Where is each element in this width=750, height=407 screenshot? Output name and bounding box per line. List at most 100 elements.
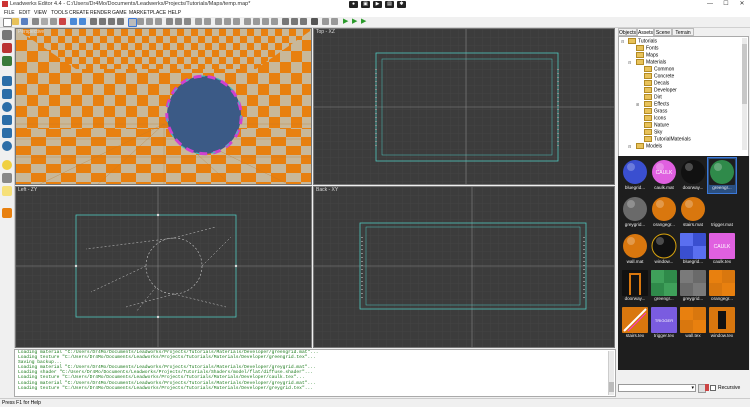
collapse-icon[interactable]: ⊟ [628, 59, 631, 66]
tree-item-tutorials[interactable]: ⊟ Tutorials [621, 38, 657, 45]
console-output[interactable]: Loading material "C:/Users/Dr4Mo/Documen… [14, 349, 616, 397]
code-editor-icon[interactable] [282, 18, 289, 25]
asset-thumbnail[interactable]: CAULK caulk.mat [650, 158, 678, 193]
box-primitive-icon[interactable] [2, 76, 12, 86]
asset-thumbnail[interactable]: greengr... [650, 269, 678, 304]
terrain-tool-icon[interactable] [2, 56, 12, 66]
maximize-button[interactable]: ☐ [718, 0, 734, 9]
pyramid-icon[interactable] [2, 128, 12, 138]
tree-item-tutorialmaterials[interactable]: TutorialMaterials [644, 136, 691, 143]
sphere-icon[interactable] [2, 141, 12, 151]
menu-edit[interactable]: EDIT [19, 10, 30, 16]
terminal-icon[interactable] [322, 18, 329, 25]
record-icon[interactable]: ● [349, 1, 358, 8]
asset-thumbnail[interactable]: greengr... [707, 157, 737, 194]
tab-terrain[interactable]: Terrain [672, 28, 694, 36]
box-brush-icon[interactable] [2, 43, 12, 53]
new-file-icon[interactable] [3, 18, 12, 27]
video-icon[interactable]: ▶ [373, 1, 382, 8]
minimize-button[interactable]: — [702, 0, 718, 9]
decal-icon[interactable] [2, 208, 12, 218]
menu-create[interactable]: CREATE [69, 10, 89, 16]
camera-icon[interactable]: ▣ [361, 1, 370, 8]
asset-thumbnail[interactable]: wall.mat [621, 232, 649, 267]
group-icon[interactable] [155, 18, 162, 25]
folder-icon[interactable]: ▤ [385, 1, 394, 8]
perspective-viewport[interactable]: Perspective [15, 28, 312, 185]
tree-item-models[interactable]: ⊟ Models [628, 143, 662, 150]
menu-file[interactable]: FILE [4, 10, 15, 16]
collapse-icon[interactable] [195, 18, 202, 25]
tree-item-developer[interactable]: Developer [644, 87, 677, 94]
menu-render[interactable]: RENDER [90, 10, 111, 16]
tree-item-concrete[interactable]: Concrete [644, 73, 674, 80]
scale-icon[interactable] [117, 18, 124, 25]
cut-icon[interactable] [32, 18, 39, 25]
tree-item-nature[interactable]: Nature [644, 122, 669, 129]
tree-item-sky[interactable]: Sky [644, 129, 662, 136]
tab-objects[interactable]: Objects [618, 28, 637, 36]
asset-thumbnail[interactable]: stairs.tex [621, 306, 649, 341]
tree-item-materials[interactable]: ⊟ Materials [628, 59, 666, 66]
asset-thumbnail[interactable]: wall.tex [679, 306, 707, 341]
zoom-out-icon[interactable] [224, 18, 231, 25]
tab-scene[interactable]: Scene [654, 28, 672, 36]
menu-game[interactable]: GAME [112, 10, 127, 16]
tree-item-dirt[interactable]: Dirt [644, 94, 662, 101]
menu-help[interactable]: HELP [168, 10, 181, 16]
tree-item-decals[interactable]: Decals [644, 80, 669, 87]
back-viewport[interactable]: Back - XY [313, 186, 615, 348]
script-icon[interactable] [291, 18, 298, 25]
cylinder-icon[interactable] [2, 102, 12, 112]
run-icon[interactable]: ▶ [343, 18, 350, 25]
csg-hollow-icon[interactable] [184, 18, 191, 25]
tab-assets[interactable]: Assets [637, 28, 654, 36]
search-filter-select[interactable]: ▾ [618, 384, 696, 392]
tree-scrollbar[interactable] [742, 38, 747, 150]
build-icon[interactable] [331, 18, 338, 25]
tree-scroll-thumb[interactable] [742, 44, 747, 104]
settings-icon[interactable]: ✱ [397, 1, 406, 8]
asset-thumbnail[interactable]: CAULK caulk.tex [708, 232, 736, 267]
zoom-fit-icon[interactable] [233, 18, 240, 25]
spot-light-icon[interactable] [2, 173, 12, 183]
asset-thumbnail[interactable]: bluegrid... [679, 232, 707, 267]
directional-light-icon[interactable] [2, 186, 12, 196]
paste-icon[interactable] [50, 18, 57, 25]
point-light-icon[interactable] [2, 160, 12, 170]
asset-thumbnail[interactable]: bluegrid... [621, 158, 649, 193]
cone-icon[interactable] [2, 115, 12, 125]
undo-icon[interactable] [70, 18, 77, 25]
recursive-checkbox[interactable] [710, 385, 716, 391]
csg-union-icon[interactable] [166, 18, 173, 25]
rotate-icon[interactable] [108, 18, 115, 25]
open-folder-icon[interactable] [12, 18, 19, 25]
delete-icon[interactable] [59, 18, 66, 25]
move-icon[interactable] [99, 18, 106, 25]
tree-item-maps[interactable]: Maps [636, 52, 658, 59]
run-debug-icon[interactable]: ▶ [352, 18, 359, 25]
publish-icon[interactable] [311, 18, 318, 25]
flowgraph-icon[interactable] [300, 18, 307, 25]
tree-item-icons[interactable]: Icons [644, 115, 666, 122]
collapse-icon[interactable]: ⊟ [628, 143, 631, 150]
console-scroll-thumb[interactable] [609, 382, 614, 392]
play-icon[interactable]: ▶ [361, 18, 368, 25]
snap-icon[interactable] [137, 18, 144, 25]
tree-item-grass[interactable]: Grass [644, 108, 667, 115]
wedge-icon[interactable] [2, 89, 12, 99]
menu-marketplace[interactable]: MARKETPLACE [129, 10, 166, 16]
view-4-icon[interactable] [271, 18, 278, 25]
csg-carve-icon[interactable] [175, 18, 182, 25]
redo-icon[interactable] [79, 18, 86, 25]
save-icon[interactable] [21, 18, 28, 25]
tree-item-common[interactable]: Common [644, 66, 674, 73]
asset-thumbnail[interactable]: stairs.mat [679, 195, 707, 230]
asset-thumbnail[interactable]: orangegr... [650, 195, 678, 230]
zoom-in-icon[interactable] [215, 18, 222, 25]
menu-tools[interactable]: TOOLS [51, 10, 68, 16]
asset-thumbnail[interactable]: orangegr... [708, 269, 736, 304]
clear-search-icon[interactable] [705, 384, 709, 391]
asset-thumbnail[interactable]: greygrid... [679, 269, 707, 304]
console-scrollbar[interactable] [608, 351, 614, 395]
